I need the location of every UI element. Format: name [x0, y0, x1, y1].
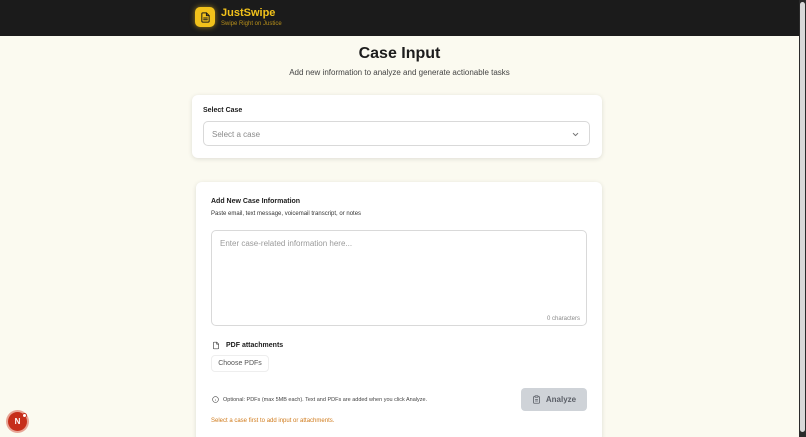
select-case-label: Select Case: [203, 107, 243, 114]
case-select-dropdown[interactable]: Select a case: [203, 121, 590, 146]
new-info-hint: Paste email, text message, voicemail tra…: [211, 211, 362, 217]
top-navigation-bar: JustSwipe Swipe Right on Justice: [0, 0, 799, 36]
document-icon: [200, 11, 210, 23]
chevron-down-icon: [572, 132, 579, 137]
info-note: Optional: PDFs (max 5MB each). Text and …: [223, 396, 428, 403]
info-note-row: Optional: PDFs (max 5MB each). Text and …: [212, 396, 427, 403]
new-case-info-card: Add New Case Information Paste email, te…: [196, 182, 602, 437]
select-case-card: Select Case Select a case: [192, 95, 602, 158]
case-select-placeholder: Select a case: [212, 130, 261, 139]
pdf-attachments-row: PDF attachments: [212, 341, 283, 350]
info-icon: [212, 396, 219, 403]
case-info-textarea[interactable]: Enter case-related information here... 0…: [211, 230, 587, 326]
clipboard-icon: [532, 395, 540, 404]
new-info-label: Add New Case Information: [211, 198, 301, 205]
analyze-button-label: Analyze: [545, 395, 577, 404]
analyze-button[interactable]: Analyze: [521, 388, 587, 411]
scrollbar-thumb[interactable]: [800, 2, 805, 432]
select-case-warning: Select a case first to add input or atta…: [211, 418, 335, 424]
page-subtitle: Add new information to analyze and gener…: [289, 68, 510, 77]
scrollbar[interactable]: [799, 0, 806, 437]
character-count: 0 characters: [546, 316, 580, 322]
page-title: Case Input: [358, 45, 441, 62]
file-icon: [213, 341, 219, 350]
notification-dot: [22, 413, 27, 418]
textarea-placeholder: Enter case-related information here...: [220, 239, 353, 248]
app-name: JustSwipe: [221, 7, 276, 19]
app-logo[interactable]: [195, 7, 215, 27]
pdf-attachments-label: PDF attachments: [226, 342, 284, 349]
app-tagline: Swipe Right on Justice: [221, 21, 282, 27]
choose-pdfs-button[interactable]: Choose PDFs: [211, 355, 269, 372]
